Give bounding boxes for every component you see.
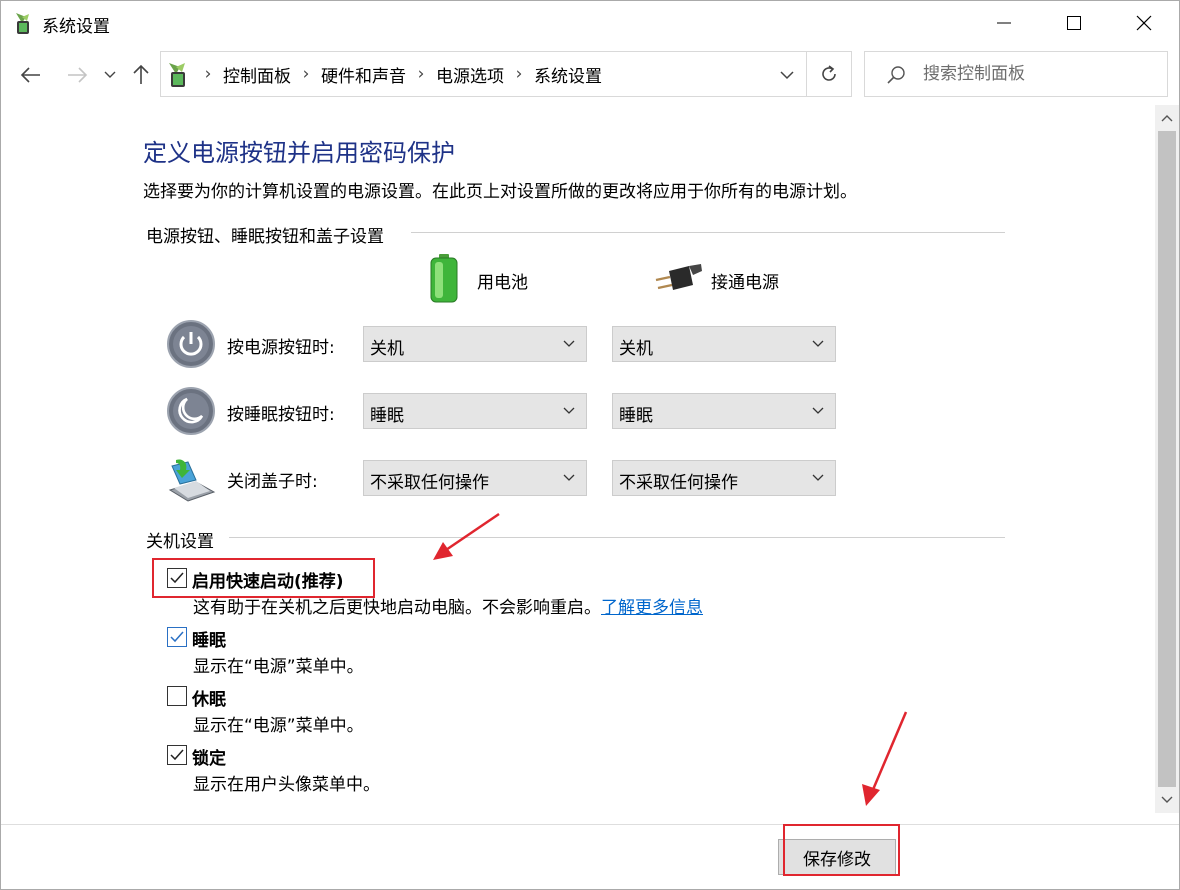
up-button[interactable] [128, 61, 154, 89]
address-history-button[interactable] [773, 62, 801, 88]
select-value: 睡眠 [619, 406, 653, 426]
maximize-button[interactable] [1039, 1, 1109, 45]
shutdown-group-title: 关机设置 [146, 532, 214, 552]
sleep-option-description: 显示在“电源”菜单中。 [193, 657, 364, 677]
chevron-down-icon [1161, 796, 1173, 803]
sleep-button-icon [167, 387, 215, 435]
column-header-battery: 用电池 [477, 273, 528, 293]
chevron-down-icon [104, 71, 116, 78]
close-lid-battery-select[interactable]: 不采取任何操作 [363, 460, 587, 496]
chevron-down-icon [563, 407, 575, 414]
hibernate-option-label[interactable]: 休眠 [192, 685, 226, 710]
lock-option-label[interactable]: 锁定 [192, 744, 226, 769]
checkmark-icon [170, 749, 184, 761]
page-description: 选择要为你的计算机设置的电源设置。在此页上对设置所做的更改将应用于你所有的电源计… [143, 182, 857, 202]
sleep-button-battery-select[interactable]: 睡眠 [363, 393, 587, 429]
address-bar[interactable]: › 控制面板 › 硬件和声音 › 电源选项 › 系统设置 [160, 51, 852, 97]
column-header-plugged-in: 接通电源 [711, 273, 779, 293]
annotation-arrow-icon [862, 711, 908, 806]
scroll-up-button[interactable] [1155, 105, 1179, 131]
checkmark-icon [170, 631, 184, 643]
close-lid-label: 关闭盖子时: [227, 472, 318, 492]
system-settings-window: 系统设置 › 控制面板 › 硬件和声音 › 电源选项 › 系统设置 搜索控制面板… [0, 0, 1180, 890]
footer-divider [1, 824, 1179, 825]
back-button[interactable] [17, 61, 45, 89]
annotation-box-fast-startup [152, 558, 375, 598]
power-buttons-group-title: 电源按钮、睡眠按钮和盖子设置 [146, 227, 384, 247]
learn-more-link[interactable]: 了解更多信息 [601, 598, 703, 618]
search-input[interactable] [923, 60, 1159, 88]
minimize-icon [997, 22, 1011, 24]
laptop-lid-icon [168, 459, 216, 502]
chevron-down-icon [812, 474, 824, 481]
close-lid-plugged-select[interactable]: 不采取任何操作 [612, 460, 836, 496]
chevron-down-icon [780, 70, 794, 79]
annotation-arrow-icon [433, 512, 500, 560]
annotation-box-save-button [783, 824, 900, 876]
breadcrumb-separator-icon: › [204, 64, 212, 84]
control-panel-icon [169, 63, 185, 87]
breadcrumb-separator-icon[interactable]: › [406, 64, 436, 84]
hibernate-checkbox[interactable] [167, 686, 187, 706]
power-button-battery-select[interactable]: 关机 [363, 326, 587, 362]
breadcrumb-item-control-panel[interactable]: 控制面板 [223, 62, 291, 87]
arrow-up-icon [133, 64, 149, 84]
recent-locations-button[interactable] [101, 63, 119, 87]
scroll-thumb[interactable] [1158, 131, 1176, 787]
maximize-icon [1067, 16, 1081, 30]
select-value: 关机 [370, 339, 404, 359]
breadcrumb: › 控制面板 › 硬件和声音 › 电源选项 › 系统设置 [193, 52, 602, 96]
refresh-icon [822, 65, 836, 81]
power-button-label: 按电源按钮时: [227, 338, 335, 358]
select-value: 不采取任何操作 [619, 473, 738, 493]
chevron-down-icon [563, 474, 575, 481]
search-icon [887, 66, 905, 84]
breadcrumb-separator-icon[interactable]: › [291, 64, 321, 84]
search-box[interactable] [864, 51, 1168, 97]
sleep-option-label[interactable]: 睡眠 [192, 626, 226, 651]
arrow-left-icon [20, 67, 40, 83]
chevron-down-icon [563, 340, 575, 347]
select-value: 关机 [619, 339, 653, 359]
window-title: 系统设置 [42, 17, 110, 37]
group-divider [229, 537, 1005, 538]
battery-icon [430, 254, 458, 303]
chevron-down-icon [812, 407, 824, 414]
title-bar: 系统设置 [1, 1, 1179, 45]
power-button-plugged-select[interactable]: 关机 [612, 326, 836, 362]
forward-button[interactable] [63, 61, 91, 89]
breadcrumb-item-power-options[interactable]: 电源选项 [436, 62, 504, 87]
sleep-button-plugged-select[interactable]: 睡眠 [612, 393, 836, 429]
control-panel-app-icon [16, 13, 29, 34]
scroll-down-button[interactable] [1155, 787, 1179, 813]
breadcrumb-item-system-settings[interactable]: 系统设置 [534, 62, 602, 87]
power-plug-icon [655, 264, 702, 290]
arrow-right-icon [68, 67, 88, 83]
group-divider [411, 232, 1005, 233]
chevron-up-icon [1161, 115, 1173, 122]
close-icon [1136, 15, 1152, 31]
select-value: 不采取任何操作 [370, 473, 489, 493]
sleep-checkbox[interactable] [167, 627, 187, 647]
chevron-down-icon [812, 340, 824, 347]
fast-startup-desc-text: 这有助于在关机之后更快地启动电脑。不会影响重启。 [193, 598, 601, 618]
lock-option-description: 显示在用户头像菜单中。 [193, 775, 380, 795]
breadcrumb-item-hardware-sound[interactable]: 硬件和声音 [321, 62, 406, 87]
minimize-button[interactable] [969, 1, 1039, 45]
close-button[interactable] [1109, 1, 1179, 45]
page-title: 定义电源按钮并启用密码保护 [143, 139, 455, 167]
vertical-scrollbar[interactable] [1155, 105, 1179, 813]
power-button-icon [167, 320, 215, 368]
hibernate-option-description: 显示在“电源”菜单中。 [193, 716, 364, 736]
select-value: 睡眠 [370, 406, 404, 426]
breadcrumb-separator-icon[interactable]: › [504, 64, 534, 84]
refresh-button[interactable] [811, 60, 847, 88]
sleep-button-label: 按睡眠按钮时: [227, 405, 335, 425]
lock-checkbox[interactable] [167, 745, 187, 765]
address-divider [806, 52, 807, 96]
